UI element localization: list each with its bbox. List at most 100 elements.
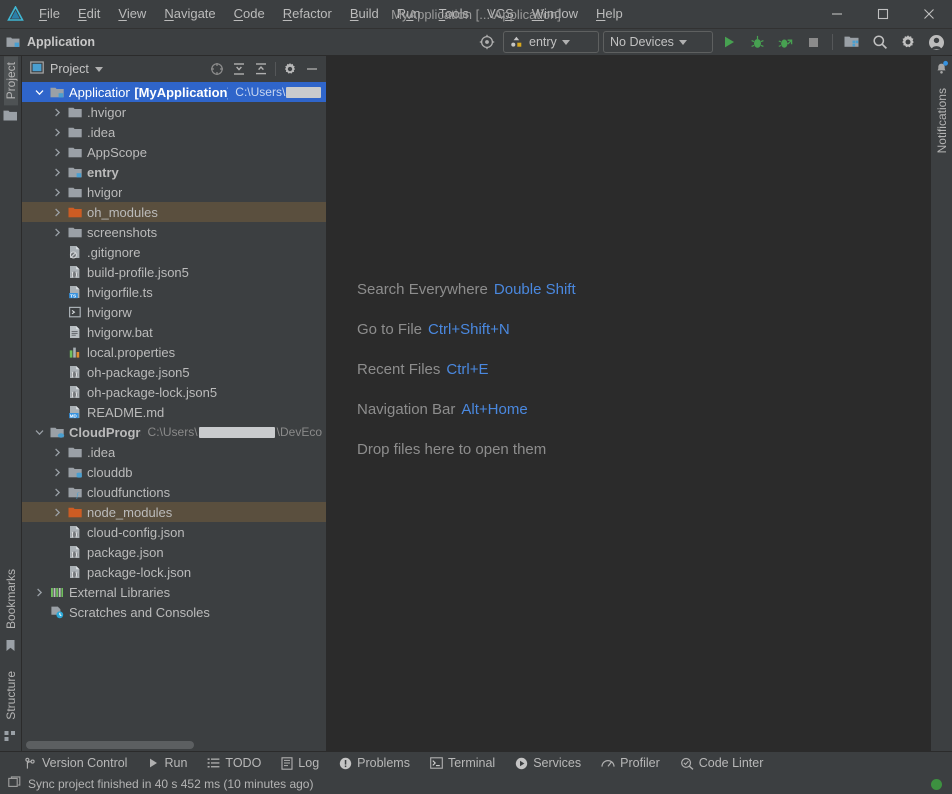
chevron-right-icon[interactable]	[48, 508, 66, 517]
gear-icon[interactable]	[896, 31, 920, 53]
menu-edit[interactable]: Edit	[69, 2, 109, 26]
sidebar-item-project[interactable]: Project	[3, 56, 18, 106]
tree-row[interactable]: oh_modules	[22, 202, 326, 222]
tree-row-label: node_modules	[87, 504, 173, 520]
tree-row[interactable]: node_modules	[22, 502, 326, 522]
tree-row[interactable]: f cloudfunctions	[22, 482, 326, 502]
tool-window-button-version-control[interactable]: Version Control	[24, 756, 127, 770]
account-icon[interactable]	[924, 31, 948, 53]
tree-horizontal-scrollbar[interactable]	[22, 739, 326, 751]
window-controls[interactable]	[814, 0, 952, 28]
chevron-right-icon[interactable]	[30, 588, 48, 597]
tree-row[interactable]: .idea	[22, 122, 326, 142]
chevron-right-icon[interactable]	[48, 468, 66, 477]
breadcrumb[interactable]: Application	[6, 35, 95, 49]
tree-row[interactable]: MD README.md	[22, 402, 326, 422]
device-selector[interactable]: No Devices	[603, 31, 713, 53]
close-icon[interactable]	[906, 0, 952, 28]
expand-all-icon[interactable]	[229, 59, 249, 79]
device-selector-label: No Devices	[610, 35, 674, 49]
chevron-right-icon[interactable]	[48, 128, 66, 137]
minimize-icon[interactable]	[814, 0, 860, 28]
tree-row[interactable]: External Libraries	[22, 582, 326, 602]
gear-icon[interactable]	[280, 59, 300, 79]
menu-vcs[interactable]: VCS	[478, 2, 523, 26]
tool-window-button-todo[interactable]: TODO	[207, 756, 261, 770]
tree-row[interactable]: hvigor	[22, 182, 326, 202]
tree-row-label: CloudProgram	[69, 424, 141, 440]
notifications-bell-icon[interactable]	[934, 60, 949, 78]
tree-row[interactable]: package.json	[22, 542, 326, 562]
menu-tools[interactable]: Tools	[430, 2, 478, 26]
menu-file[interactable]: File	[30, 2, 69, 26]
tree-row[interactable]: oh-package-lock.json5	[22, 382, 326, 402]
menu-refactor[interactable]: Refactor	[274, 2, 341, 26]
search-icon[interactable]	[868, 31, 892, 53]
device-manager-icon[interactable]	[840, 31, 864, 53]
tree-row[interactable]: TS hvigorfile.ts	[22, 282, 326, 302]
chevron-down-icon[interactable]	[30, 428, 48, 437]
tool-window-button-run[interactable]: Run	[147, 756, 187, 770]
menu-navigate[interactable]: Navigate	[155, 2, 224, 26]
sidebar-item-notifications[interactable]: Notifications	[935, 82, 949, 159]
profile-icon[interactable]	[773, 31, 797, 53]
maximize-icon[interactable]	[860, 0, 906, 28]
chevron-right-icon[interactable]	[48, 168, 66, 177]
tree-row[interactable]: AppScope	[22, 142, 326, 162]
menu-window[interactable]: Window	[523, 2, 587, 26]
tree-row[interactable]: Scratches and Consoles	[22, 602, 326, 622]
sidebar-item-bookmarks[interactable]: Bookmarks	[4, 563, 18, 635]
tree-row[interactable]: build-profile.json5	[22, 262, 326, 282]
chevron-right-icon[interactable]	[48, 488, 66, 497]
tree-row[interactable]: local.properties	[22, 342, 326, 362]
tree-row[interactable]: hvigorw.bat	[22, 322, 326, 342]
tool-window-button-terminal[interactable]: Terminal	[430, 756, 495, 770]
menu-bar[interactable]: File Edit View Navigate Code Refactor Bu…	[30, 0, 632, 28]
tool-window-button-services[interactable]: Services	[515, 756, 581, 770]
run-configuration-selector[interactable]: entry	[503, 31, 599, 53]
chevron-right-icon[interactable]	[48, 208, 66, 217]
tree-row[interactable]: .hvigor	[22, 102, 326, 122]
project-tree[interactable]: Application [MyApplication] C:\Users\ .hvig…	[22, 82, 326, 739]
chevron-right-icon[interactable]	[48, 188, 66, 197]
tool-window-button-log[interactable]: Log	[281, 756, 319, 770]
editor-empty-area[interactable]: Search Everywhere Double Shift Go to File C…	[327, 56, 930, 751]
chevron-right-icon[interactable]	[48, 448, 66, 457]
debug-icon[interactable]	[745, 31, 769, 53]
sidebar-item-structure[interactable]: Structure	[4, 665, 18, 726]
tree-row[interactable]: oh-package.json5	[22, 362, 326, 382]
menu-help[interactable]: Help	[587, 2, 632, 26]
tool-window-button-profiler[interactable]: Profiler	[601, 756, 660, 770]
chevron-down-icon[interactable]	[30, 88, 48, 97]
tree-row[interactable]: Application [MyApplication] C:\Users\	[22, 82, 326, 102]
tree-row[interactable]: clouddb	[22, 462, 326, 482]
chevron-right-icon[interactable]	[48, 228, 66, 237]
tool-window-bar[interactable]: Version Control Run TODO Log Problems Termina…	[0, 751, 952, 774]
tool-window-button-code-linter[interactable]: Code Linter	[680, 756, 763, 770]
tree-row[interactable]: package-lock.json	[22, 562, 326, 582]
tree-row[interactable]: entry	[22, 162, 326, 182]
tree-row[interactable]: cloud-config.json	[22, 522, 326, 542]
collapse-all-icon[interactable]	[251, 59, 271, 79]
menu-build[interactable]: Build	[341, 2, 388, 26]
tool-window-label: Terminal	[447, 756, 496, 770]
scrollbar-thumb[interactable]	[26, 741, 194, 749]
chevron-right-icon[interactable]	[48, 148, 66, 157]
menu-code[interactable]: Code	[225, 2, 274, 26]
tree-row[interactable]: CloudProgram C:\Users\ \DevEco	[22, 422, 326, 442]
select-opened-file-icon[interactable]	[207, 59, 227, 79]
hide-panel-icon[interactable]	[302, 59, 322, 79]
tree-row[interactable]: screenshots	[22, 222, 326, 242]
chevron-right-icon[interactable]	[48, 108, 66, 117]
tool-window-button-problems[interactable]: Problems	[339, 756, 410, 770]
run-icon[interactable]	[717, 31, 741, 53]
menu-run[interactable]: Run	[388, 2, 430, 26]
chevron-down-icon[interactable]	[94, 66, 103, 72]
menu-view[interactable]: View	[109, 2, 155, 26]
stop-icon[interactable]	[801, 31, 825, 53]
tree-row[interactable]: .idea	[22, 442, 326, 462]
tree-row[interactable]: hvigorw	[22, 302, 326, 322]
target-icon[interactable]	[475, 31, 499, 53]
status-indicator[interactable]	[931, 778, 942, 790]
tree-row[interactable]: .gitignore	[22, 242, 326, 262]
